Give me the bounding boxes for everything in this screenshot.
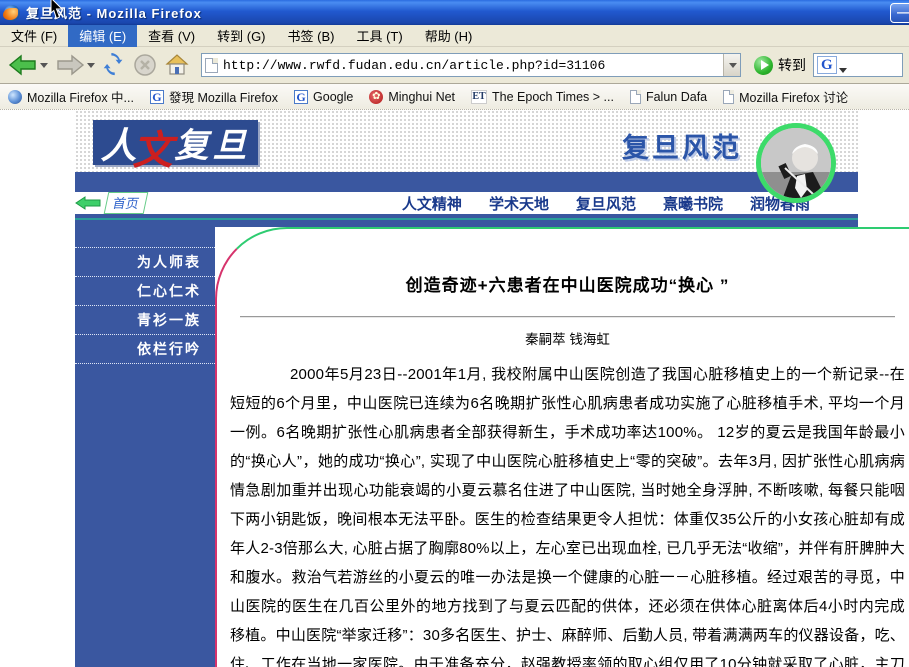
search-engine-dropdown-icon[interactable]: [839, 68, 847, 73]
bookmark-minghui-net[interactable]: ✿ Minghui Net: [369, 90, 455, 104]
sidebar: 为人师表 仁心仁术 青衫一族 依栏行吟: [75, 227, 215, 667]
home-label: 首页: [104, 192, 149, 214]
site-banner: 人 文 复旦 复旦风范 首页 人文精神 学术天地 复旦风范: [75, 110, 858, 227]
sidebar-item-renxin-renshu[interactable]: 仁心仁术: [75, 276, 215, 305]
menu-bar: 文件 (F) 编辑 (E) 查看 (V) 转到 (G) 书签 (B) 工具 (T…: [0, 25, 909, 47]
title-bar: 复旦风范 - Mozilla Firefox —: [0, 0, 909, 25]
reload-icon: [102, 53, 126, 77]
url-bar[interactable]: [201, 53, 741, 77]
article-area: 创造奇迹+六患者在中山医院成功“换心 ” 秦嗣萃 钱海虹 2000年5月23日-…: [215, 227, 909, 667]
back-arrow-icon: [8, 54, 38, 76]
google-logo-icon: G: [817, 56, 837, 74]
bookmark-epoch-times[interactable]: ET The Epoch Times > ...: [471, 90, 614, 104]
back-dropdown-icon[interactable]: [40, 63, 48, 68]
sidebar-item-weiren-shibiao[interactable]: 为人师表: [75, 247, 215, 276]
url-dropdown-button[interactable]: [723, 54, 740, 76]
forward-arrow-icon: [55, 54, 85, 76]
bookmark-label: Mozilla Firefox 讨论: [739, 87, 848, 106]
nav-item-xixi-shuyuan[interactable]: 熹曦书院: [663, 193, 723, 214]
sidebar-item-yilan-xingyin[interactable]: 依栏行吟: [75, 334, 215, 363]
bookmark-falun-dafa[interactable]: Falun Dafa: [630, 90, 707, 104]
go-button[interactable]: 转到: [750, 55, 810, 75]
home-link[interactable]: 首页: [75, 192, 146, 214]
menu-view[interactable]: 查看 (V): [137, 24, 206, 47]
menu-help[interactable]: 帮助 (H): [414, 24, 484, 47]
sidebar-item-qingshan-yizu[interactable]: 青衫一族: [75, 305, 215, 334]
bookmark-label: The Epoch Times > ...: [492, 90, 614, 104]
bookmark-google[interactable]: G Google: [294, 90, 353, 104]
home-icon: [164, 53, 190, 77]
page-viewport: 人 文 复旦 复旦风范 首页 人文精神 学术天地 复旦风范: [0, 110, 909, 667]
home-arrow-icon: [75, 196, 101, 210]
mouse-cursor-icon: [49, 0, 65, 20]
logo-char: 文: [133, 118, 173, 176]
bookmark-discover-firefox[interactable]: G 發現 Mozilla Firefox: [150, 87, 278, 106]
bookmark-label: Minghui Net: [388, 90, 455, 104]
firefox-icon: [4, 5, 20, 21]
banner-blue-band: [75, 172, 858, 192]
logo-char: 复旦: [175, 118, 251, 167]
section-title: 复旦风范: [622, 126, 742, 165]
nav-item-xueshu-tiandi[interactable]: 学术天地: [489, 193, 549, 214]
page-icon: [630, 90, 641, 104]
sidebar-divider: [75, 363, 215, 364]
menu-bookmarks[interactable]: 书签 (B): [277, 24, 346, 47]
google-icon: G: [294, 90, 308, 104]
banner-teal-band: [75, 214, 858, 227]
globe-icon: [8, 90, 22, 104]
site-nav-links: 人文精神 学术天地 复旦风范 熹曦书院 润物春雨: [402, 193, 810, 214]
minghui-icon: ✿: [369, 90, 383, 104]
menu-edit[interactable]: 编辑 (E): [68, 24, 137, 47]
page-icon: [723, 90, 734, 104]
go-icon: [754, 56, 773, 75]
menu-file[interactable]: 文件 (F): [0, 24, 68, 47]
url-input[interactable]: [218, 58, 723, 73]
browser-window: 复旦风范 - Mozilla Firefox — 文件 (F) 编辑 (E) 查…: [0, 0, 909, 667]
logo-char: 人: [100, 117, 136, 169]
title-divider: [240, 316, 895, 318]
go-label: 转到: [778, 55, 806, 75]
navigation-toolbar: 转到 G: [0, 47, 909, 84]
article-body: 2000年5月23日--2001年1月, 我校附属中山医院创造了我国心脏移植史上…: [230, 360, 905, 667]
site-nav-row: 首页 人文精神 学术天地 复旦风范 熹曦书院 润物春雨: [75, 192, 858, 214]
google-search-box[interactable]: G: [813, 53, 903, 77]
menu-go[interactable]: 转到 (G): [206, 24, 276, 47]
stop-icon: [133, 53, 157, 77]
epoch-times-icon: ET: [471, 90, 487, 104]
bookmark-mozilla-firefox-cn[interactable]: Mozilla Firefox 中...: [8, 87, 134, 106]
bookmark-firefox-forum[interactable]: Mozilla Firefox 讨论: [723, 87, 848, 106]
article-authors: 秦嗣萃 钱海虹: [230, 328, 905, 348]
chevron-down-icon: [729, 63, 737, 68]
nav-item-renwen-jingshen[interactable]: 人文精神: [402, 193, 462, 214]
bookmark-label: 發現 Mozilla Firefox: [169, 87, 278, 106]
content-row: 为人师表 仁心仁术 青衫一族 依栏行吟 创造奇迹+六患者在中山医院成功“换心 ”…: [75, 227, 909, 667]
bookmark-label: Mozilla Firefox 中...: [27, 87, 134, 106]
bookmark-label: Google: [313, 90, 353, 104]
forward-dropdown-icon[interactable]: [87, 63, 95, 68]
professor-photo: [756, 123, 836, 203]
forward-button[interactable]: [53, 50, 97, 80]
minimize-button[interactable]: —: [890, 3, 909, 23]
stop-button[interactable]: [131, 50, 159, 80]
reload-button[interactable]: [100, 50, 128, 80]
google-icon: G: [150, 90, 164, 104]
article-title: 创造奇迹+六患者在中山医院成功“换心 ”: [230, 271, 905, 296]
page-favicon: [205, 58, 218, 73]
nav-item-fudan-fengfan[interactable]: 复旦风范: [576, 193, 636, 214]
bookmarks-toolbar: Mozilla Firefox 中... G 發現 Mozilla Firefo…: [0, 84, 909, 110]
menu-tools[interactable]: 工具 (T): [345, 24, 413, 47]
back-button[interactable]: [6, 50, 50, 80]
search-input[interactable]: [849, 58, 899, 73]
banner-halftone-background: 人 文 复旦 复旦风范: [75, 110, 858, 172]
home-button[interactable]: [162, 50, 192, 80]
site-logo[interactable]: 人 文 复旦: [93, 120, 258, 165]
bookmark-label: Falun Dafa: [646, 90, 707, 104]
